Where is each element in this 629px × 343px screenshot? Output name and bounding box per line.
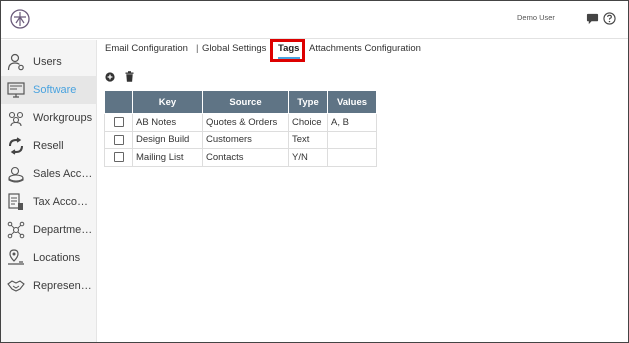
compass-logo-icon[interactable] — [10, 9, 30, 29]
tab-separator: | — [196, 43, 199, 54]
header-select — [104, 90, 133, 114]
group-icon — [8, 111, 24, 127]
sidebar-item-departments[interactable]: Departments — [1, 216, 97, 244]
cell-type: Text — [288, 130, 328, 149]
sidebar-item-locations[interactable]: Locations — [1, 244, 97, 272]
row-checkbox[interactable] — [113, 117, 124, 128]
tab-email-configuration[interactable]: Email Configuration — [105, 43, 188, 54]
row-select-cell — [104, 148, 133, 167]
sidebar-item-label: Departments — [33, 224, 93, 236]
handshake-icon — [7, 280, 25, 292]
user-name-label[interactable]: Demo User — [517, 13, 555, 22]
row-checkbox[interactable] — [113, 134, 124, 145]
table-header-row: Key Source Type Values — [104, 90, 377, 114]
question-circle-icon[interactable] — [603, 12, 616, 25]
sidebar-item-label: Locations — [33, 252, 81, 264]
header-key[interactable]: Key — [132, 90, 203, 114]
network-icon — [7, 221, 25, 239]
sidebar-item-resell[interactable]: Resell — [1, 132, 97, 160]
row-checkbox[interactable] — [113, 152, 124, 163]
cell-values — [327, 130, 377, 149]
sidebar-item-label: Software — [33, 84, 77, 96]
sidebar-item-label: Tax Accounts — [33, 196, 93, 208]
cell-key: AB Notes — [132, 113, 203, 132]
sidebar-item-label: Resell — [33, 140, 64, 152]
header-values[interactable]: Values — [327, 90, 377, 114]
cell-key: Design Build — [132, 130, 203, 149]
cell-values — [327, 148, 377, 167]
user-gear-icon — [7, 53, 24, 71]
plus-circle-icon[interactable] — [105, 72, 115, 82]
cell-type: Choice — [288, 113, 328, 132]
sidebar-item-workgroups[interactable]: Workgroups — [1, 104, 97, 132]
top-bar: Demo User — [1, 1, 628, 39]
highlight-box — [270, 39, 305, 62]
chat-bubble-icon[interactable] — [586, 12, 599, 25]
sidebar-item-representatives[interactable]: Representatives — [1, 272, 97, 300]
table-row[interactable]: Mailing List Contacts Y/N — [104, 148, 377, 167]
row-select-cell — [104, 130, 133, 149]
table-row[interactable]: Design Build Customers Text — [104, 130, 377, 149]
cell-type: Y/N — [288, 148, 328, 167]
sidebar-item-label: Representatives — [33, 280, 93, 292]
recycle-icon — [9, 137, 23, 155]
cell-source: Contacts — [202, 148, 289, 167]
table-row[interactable]: AB Notes Quotes & Orders Choice A, B — [104, 113, 377, 132]
tab-global-settings[interactable]: Global Settings — [202, 43, 266, 54]
cell-source: Customers — [202, 130, 289, 149]
coins-icon — [8, 166, 24, 183]
header-type[interactable]: Type — [288, 90, 328, 114]
sidebar-item-users[interactable]: Users — [1, 48, 97, 76]
sidebar-item-sales-accounts[interactable]: Sales Accounts — [1, 160, 97, 188]
monitor-icon — [7, 82, 25, 98]
sidebar-item-label: Workgroups — [33, 112, 93, 124]
map-pin-icon — [8, 249, 24, 265]
sidebar-item-label: Sales Accounts — [33, 168, 93, 180]
tags-table: Key Source Type Values AB Notes Quotes &… — [104, 90, 377, 167]
sidebar-item-label: Users — [33, 56, 62, 68]
trash-icon[interactable] — [125, 71, 134, 82]
tax-document-icon — [8, 193, 23, 210]
sidebar-item-software[interactable]: Software — [1, 76, 97, 104]
header-source[interactable]: Source — [202, 90, 289, 114]
cell-source: Quotes & Orders — [202, 113, 289, 132]
cell-values: A, B — [327, 113, 377, 132]
sidebar-item-tax-accounts[interactable]: Tax Accounts — [1, 188, 97, 216]
row-select-cell — [104, 113, 133, 132]
app-window: Demo User Users Software Workgroups Rese… — [0, 0, 629, 343]
sidebar: Users Software Workgroups Resell Sales A… — [1, 40, 97, 342]
cell-key: Mailing List — [132, 148, 203, 167]
tab-attachments-configuration[interactable]: Attachments Configuration — [309, 43, 421, 54]
